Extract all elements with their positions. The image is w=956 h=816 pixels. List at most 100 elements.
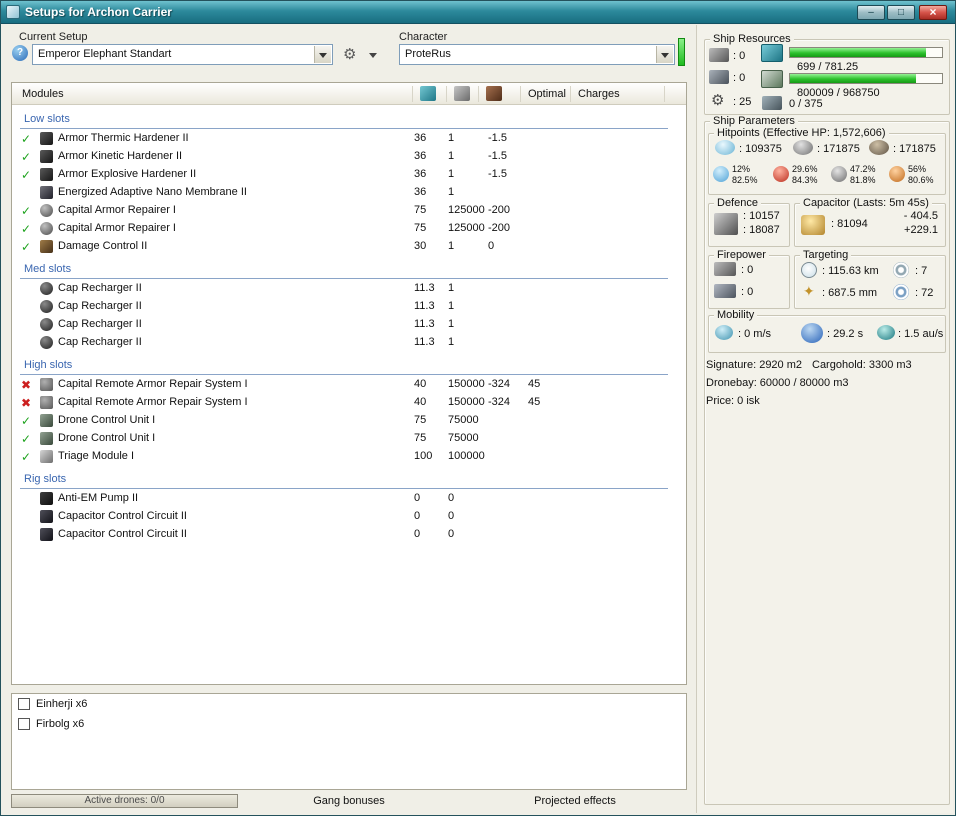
explosive-resist-icon xyxy=(889,166,905,182)
drone-row[interactable]: Einherji x6 xyxy=(12,697,686,714)
module-section-header: Med slots xyxy=(20,259,668,279)
status-ok-icon: ✓ xyxy=(21,432,32,446)
module-powergrid-value: 125000 xyxy=(448,222,485,234)
armor-repairer-icon xyxy=(40,222,53,235)
character-combobox[interactable]: ProteRus xyxy=(399,44,675,65)
setup-combobox[interactable]: Emperor Elephant Standart xyxy=(32,44,333,65)
drone-control-icon xyxy=(40,414,53,427)
module-name: Capital Remote Armor Repair System I xyxy=(58,396,248,408)
cap-circuit-icon xyxy=(40,528,53,541)
cap-circuit-icon xyxy=(40,510,53,523)
chevron-down-icon[interactable] xyxy=(656,46,673,63)
column-separator xyxy=(570,86,571,102)
module-row[interactable]: Cap Recharger II 11.3 1 xyxy=(12,297,686,315)
module-row[interactable]: Cap Recharger II 11.3 1 xyxy=(12,333,686,351)
status-error-icon: ✖ xyxy=(21,378,32,392)
module-row[interactable]: ✓ Drone Control Unit I 75 75000 xyxy=(12,411,686,429)
module-row[interactable]: Capacitor Control Circuit II 0 0 xyxy=(12,507,686,525)
chevron-down-icon[interactable] xyxy=(314,46,331,63)
drone-checkbox[interactable] xyxy=(18,718,30,730)
module-row[interactable]: ✓ Capital Armor Repairer I 75 125000 -200 xyxy=(12,201,686,219)
price-value: Price: 0 isk xyxy=(706,395,760,407)
module-row[interactable]: ✓ Drone Control Unit I 75 75000 xyxy=(12,429,686,447)
module-cap-value: 0 xyxy=(488,240,495,252)
capacitor-recharge: +229.1 xyxy=(904,224,938,236)
module-name: Anti-EM Pump II xyxy=(58,492,139,504)
current-setup-label: Current Setup xyxy=(19,31,88,43)
module-cpu-value: 40 xyxy=(414,396,427,408)
title-bar[interactable]: Setups for Archon Carrier xyxy=(1,1,955,24)
drone-bandwidth-icon xyxy=(762,96,782,110)
armor-icon xyxy=(793,140,813,155)
module-row[interactable]: ✓ Damage Control II 30 1 0 xyxy=(12,237,686,255)
module-section-header: Low slots xyxy=(20,109,668,129)
maximize-button[interactable] xyxy=(887,5,915,20)
turret-hardpoints-icon xyxy=(709,48,729,62)
max-targets-icon xyxy=(893,262,909,278)
module-row[interactable]: ✓ Armor Explosive Hardener II 36 1 -1.5 xyxy=(12,165,686,183)
window-title: Setups for Archon Carrier xyxy=(25,5,172,19)
section-title: Med slots xyxy=(24,263,72,275)
module-name: Capital Armor Repairer I xyxy=(58,204,176,216)
capacitor-drain: - 404.5 xyxy=(903,210,938,222)
module-row[interactable]: ✓ Triage Module I 100 100000 xyxy=(12,447,686,465)
shield-hp-value: : 109375 xyxy=(739,143,782,155)
em-resist-a: 12% xyxy=(732,164,751,174)
max-velocity-icon xyxy=(715,325,733,340)
signature-value: Signature: 2920 m2 xyxy=(706,359,803,371)
module-row[interactable]: ✓ Armor Kinetic Hardener II 36 1 -1.5 xyxy=(12,147,686,165)
setup-tools-button[interactable] xyxy=(339,44,381,65)
modules-table-header[interactable]: Modules Optimal Charges xyxy=(12,83,686,105)
drone-control-icon xyxy=(40,432,53,445)
module-cap-value: -324 xyxy=(488,378,511,390)
mobility-group: Mobility : 0 m/s : 29.2 s : 1.5 au/s xyxy=(708,309,946,353)
module-row[interactable]: Capacitor Control Circuit II 0 0 xyxy=(12,525,686,543)
module-row[interactable]: ✓ Armor Thermic Hardener II 36 1 -1.5 xyxy=(12,129,686,147)
membrane-icon xyxy=(40,186,53,199)
module-row[interactable]: ✓ Capital Armor Repairer I 75 125000 -200 xyxy=(12,219,686,237)
capacitor-column-icon xyxy=(486,86,502,101)
gang-bonuses-toggle[interactable]: Gang bonuses xyxy=(289,795,409,807)
close-button[interactable] xyxy=(919,5,947,20)
explosive-resist-b: 80.6% xyxy=(908,175,934,185)
column-separator xyxy=(520,86,521,102)
drone-row[interactable]: Firbolg x6 xyxy=(12,717,686,734)
status-ok-icon: ✓ xyxy=(21,150,32,164)
module-cpu-value: 75 xyxy=(414,204,427,216)
capacitor-amount: : 81094 xyxy=(831,218,868,230)
module-row[interactable]: Energized Adaptive Nano Membrane II 36 1 xyxy=(12,183,686,201)
drone-checkbox[interactable] xyxy=(18,698,30,710)
module-cpu-value: 0 xyxy=(414,528,421,540)
module-row[interactable]: ✖ Capital Remote Armor Repair System I 40 1… xyxy=(12,393,686,411)
module-cpu-value: 75 xyxy=(414,432,427,444)
module-name: Triage Module I xyxy=(58,450,135,462)
module-name: Armor Explosive Hardener II xyxy=(58,168,197,180)
status-ok-icon: ✓ xyxy=(21,168,32,182)
character-combobox-value: ProteRus xyxy=(405,48,451,60)
column-separator xyxy=(412,86,413,102)
module-powergrid-value: 1 xyxy=(448,318,455,330)
tools-icon xyxy=(343,45,356,63)
armor-hardener-icon xyxy=(40,132,53,145)
status-ok-icon: ✓ xyxy=(21,414,32,428)
module-row[interactable]: Anti-EM Pump II 0 0 xyxy=(12,489,686,507)
module-row[interactable]: Cap Recharger II 11.3 1 xyxy=(12,279,686,297)
help-icon[interactable] xyxy=(12,45,28,61)
targeting-group: Targeting : 115.63 km : 7 : 687.5 mm : 7… xyxy=(794,249,946,309)
cpu-icon xyxy=(761,44,783,62)
remote-repair-icon xyxy=(40,378,53,391)
minimize-button[interactable] xyxy=(857,5,885,20)
turret-dps-icon xyxy=(714,262,736,276)
structure-icon xyxy=(869,140,889,155)
module-row[interactable]: Cap Recharger II 11.3 1 xyxy=(12,315,686,333)
module-row[interactable]: ✖ Capital Remote Armor Repair System I 40 1… xyxy=(12,375,686,393)
module-name: Energized Adaptive Nano Membrane II xyxy=(58,186,247,198)
thermal-resist-a: 29.6% xyxy=(792,164,818,174)
projected-effects-toggle[interactable]: Projected effects xyxy=(509,795,641,807)
module-powergrid-value: 125000 xyxy=(448,204,485,216)
module-powergrid-value: 150000 xyxy=(448,378,485,390)
module-cpu-value: 36 xyxy=(414,132,427,144)
targeting-title: Targeting xyxy=(800,249,852,261)
section-title: Rig slots xyxy=(24,473,67,485)
cpu-column-icon xyxy=(420,86,436,101)
